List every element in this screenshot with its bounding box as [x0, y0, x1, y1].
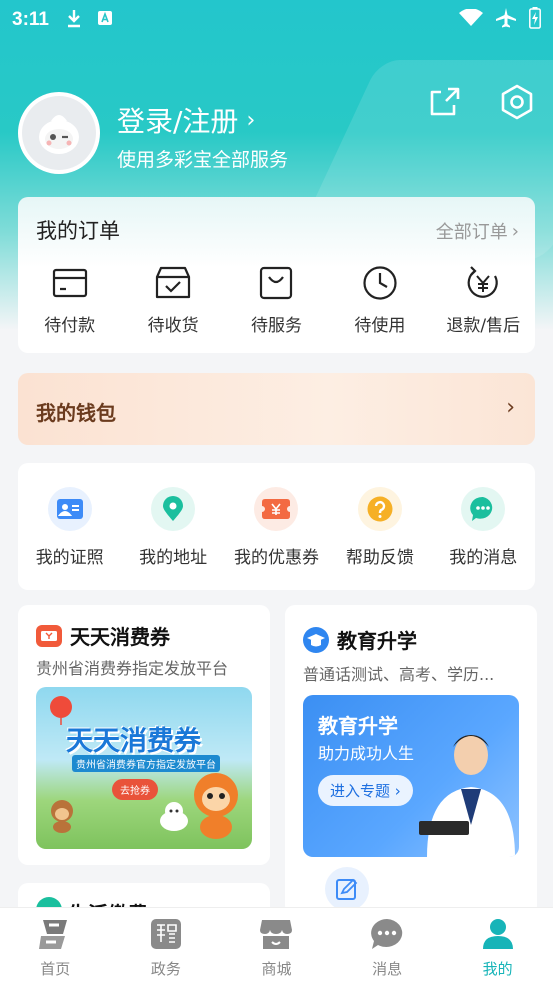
tool-label: 我的消息 [449, 548, 518, 568]
promo-title-text: 天天消费券 [70, 625, 170, 649]
tab-label: 我的 [482, 960, 513, 978]
tab-messages[interactable]: 消息 [332, 908, 443, 983]
monkey-mascot-icon [194, 773, 238, 839]
yuan-refund-icon [467, 266, 499, 298]
wifi-icon [459, 8, 483, 31]
airplane-icon [495, 7, 517, 33]
download-icon [65, 8, 83, 32]
edit-icon[interactable] [325, 867, 369, 911]
tool-my-certificates[interactable]: 我的证照 [18, 487, 121, 568]
id-card-icon [47, 487, 92, 531]
small-monkey-icon [51, 800, 73, 833]
login-register-link[interactable]: 登录/注册 › [117, 100, 255, 140]
order-refund-aftersale[interactable]: 退款/售后 [432, 265, 535, 336]
education-banner[interactable]: 教育升学 助力成功人生 进入专题 › [303, 695, 519, 857]
grab-coupon-button[interactable]: 去抢券 [112, 779, 158, 800]
order-pending-payment[interactable]: 待付款 [18, 265, 121, 336]
coupon-icon [254, 487, 299, 531]
consumer-coupon-card[interactable]: 天天消费券 贵州省消费券指定发放平台 天天消费券 贵州省消费券官方指定发放平台 … [18, 605, 270, 865]
profile-icon [482, 919, 513, 949]
orders-title: 我的订单 [36, 219, 120, 243]
tab-home[interactable]: 首页 [0, 908, 111, 983]
tools-card: 我的证照 我的地址 我的优惠券 帮助反馈 我的消息 [18, 463, 535, 590]
dog-mascot-icon [160, 802, 188, 831]
chevron-right-icon: › [246, 107, 256, 133]
banner-title: 教育升学 [318, 714, 398, 738]
promo-subtitle: 普通话测试、高考、学历... [303, 665, 495, 684]
consumer-coupon-banner[interactable]: 天天消费券 贵州省消费券官方指定发放平台 去抢券 [36, 687, 252, 849]
tool-my-address[interactable]: 我的地址 [121, 487, 224, 568]
order-label: 待使用 [354, 316, 406, 336]
tab-label: 商城 [261, 960, 292, 978]
education-card[interactable]: 教育升学 普通话测试、高考、学历... 教育升学 助力成功人生 进入专题 › [285, 605, 537, 915]
teacher-portrait-icon [419, 735, 515, 857]
banner-subtitle: 助力成功人生 [318, 744, 415, 763]
enter-topic-button[interactable]: 进入专题 › [318, 775, 413, 806]
order-label: 退款/售后 [446, 316, 521, 336]
settings-icon[interactable] [498, 83, 536, 121]
store-icon [260, 920, 293, 949]
tab-label: 消息 [372, 960, 403, 978]
order-label: 待付款 [44, 316, 96, 336]
tool-my-messages[interactable]: 我的消息 [432, 487, 535, 568]
government-icon [150, 919, 181, 949]
clock-icon [363, 266, 397, 300]
promo-title: 教育升学 [303, 625, 417, 654]
promo-subtitle: 贵州省消费券指定发放平台 [36, 659, 229, 678]
chevron-right-icon: › [511, 220, 519, 242]
wallet-label: 我的钱包 [36, 401, 116, 425]
app-notification-icon [97, 10, 113, 30]
location-pin-icon [151, 487, 196, 531]
chevron-right-icon: › [506, 395, 515, 420]
tool-label: 我的证照 [35, 548, 104, 568]
order-pending-use[interactable]: 待使用 [328, 265, 431, 336]
promo-title: 天天消费券 [36, 621, 170, 650]
graduation-cap-icon [303, 626, 329, 653]
status-time: 3:11 [12, 9, 49, 30]
all-orders-link[interactable]: 全部订单 › [436, 218, 519, 244]
tool-my-coupons[interactable]: 我的优惠券 [225, 487, 328, 568]
login-subtitle: 使用多彩宝全部服务 [117, 149, 289, 171]
home-icon [39, 920, 68, 949]
promo-title-text: 教育升学 [337, 629, 417, 653]
all-orders-label: 全部订单 [435, 222, 508, 243]
inbox-check-icon [155, 266, 191, 299]
mascot-avatar-icon [22, 96, 96, 170]
tab-label: 首页 [40, 960, 71, 978]
message-icon [371, 919, 403, 949]
enter-topic-label: 进入专题 [330, 782, 391, 800]
tab-mine[interactable]: 我的 [442, 908, 553, 983]
order-pending-receipt[interactable]: 待收货 [121, 265, 224, 336]
tab-mall[interactable]: 商城 [221, 908, 332, 983]
wallet-card-icon [52, 268, 87, 298]
tool-label: 我的地址 [139, 548, 208, 568]
bottom-tab-bar: 首页 政务 商城 消息 我的 [0, 907, 553, 983]
shopping-bag-icon [260, 266, 293, 300]
orders-card: 我的订单 全部订单 › 待付款 待收货 待服务 待使用 退款/售后 [18, 197, 535, 353]
order-label: 待服务 [250, 316, 302, 336]
help-icon [357, 487, 402, 531]
tab-label: 政务 [150, 960, 181, 978]
login-label: 登录/注册 [117, 105, 239, 138]
coupon-icon [36, 624, 62, 647]
tool-label: 帮助反馈 [345, 548, 414, 568]
order-pending-service[interactable]: 待服务 [225, 265, 328, 336]
battery-icon [529, 7, 541, 33]
wallet-card[interactable]: 我的钱包 › [18, 373, 535, 445]
tool-help-feedback[interactable]: 帮助反馈 [328, 487, 431, 568]
share-icon[interactable] [426, 83, 464, 121]
status-bar: 3:11 [0, 0, 553, 40]
tool-label: 我的优惠券 [233, 548, 319, 568]
avatar[interactable] [18, 92, 100, 174]
banner-title: 天天消费券 [66, 726, 201, 757]
chat-icon [461, 487, 506, 531]
order-label: 待收货 [147, 316, 199, 336]
tab-government[interactable]: 政务 [111, 908, 222, 983]
